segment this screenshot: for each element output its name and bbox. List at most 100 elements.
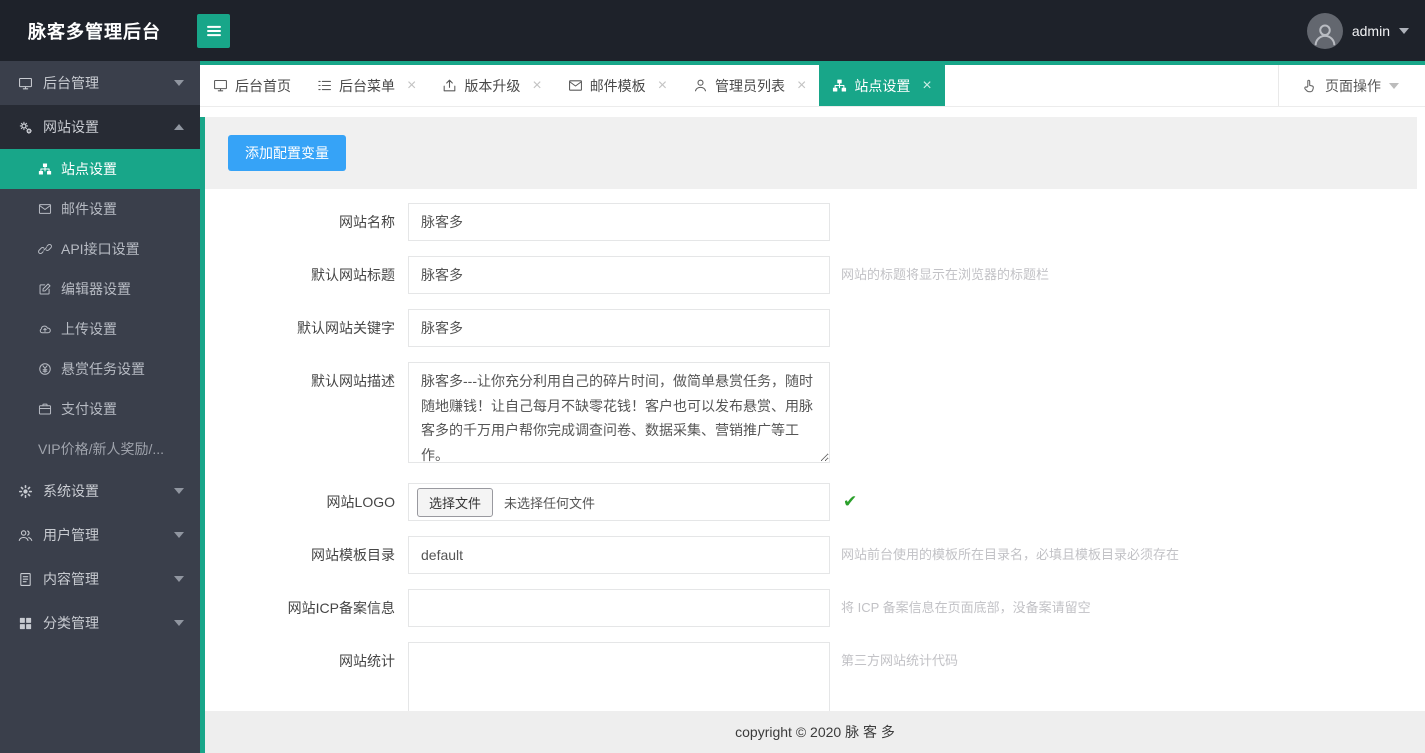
sidebar-item-payment-settings[interactable]: 支付设置 — [0, 389, 200, 429]
mail-icon — [568, 78, 583, 93]
sidebar-item-upload-settings[interactable]: 上传设置 — [0, 309, 200, 349]
site-name-input[interactable] — [408, 203, 830, 241]
default-title-input[interactable] — [408, 256, 830, 294]
field-label: 默认网站描述 — [311, 373, 395, 389]
form-row-icp: 网站ICP备案信息 将 ICP 备案信息在页面底部，没备案请留空 — [205, 589, 1425, 627]
sidebar-item-api-settings[interactable]: API接口设置 — [0, 229, 200, 269]
add-config-variable-button[interactable]: 添加配置变量 — [228, 135, 346, 171]
form-row-template-dir: 网站模板目录 网站前台使用的模板所在目录名，必填且模板目录必须存在 — [205, 536, 1425, 574]
username: admin — [1351, 22, 1390, 39]
wallet-icon — [38, 402, 52, 416]
sidebar-item-label: 分类管理 — [43, 615, 99, 631]
sidebar-item-label: 后台管理 — [43, 75, 99, 91]
logo-file-input[interactable]: 选择文件 未选择任何文件 — [408, 483, 830, 521]
file-status-text: 未选择任何文件 — [504, 495, 596, 511]
field-label: 默认网站标题 — [311, 267, 395, 283]
default-keywords-input[interactable] — [408, 309, 830, 347]
gears-icon — [18, 120, 33, 135]
chevron-down-icon — [174, 620, 184, 626]
tab-site-settings[interactable]: 站点设置 × — [819, 65, 945, 106]
user-icon — [693, 78, 708, 93]
sidebar-item-label: 悬赏任务设置 — [61, 361, 145, 377]
template-dir-input[interactable] — [408, 536, 830, 574]
sidebar-item-label: 用户管理 — [43, 527, 99, 543]
monitor-icon — [18, 76, 33, 91]
avatar — [1306, 12, 1343, 49]
choose-file-button[interactable]: 选择文件 — [417, 487, 494, 517]
mail-icon — [38, 202, 52, 216]
tab-version-upgrade[interactable]: 版本升级 × — [429, 65, 554, 106]
sidebar-item-backend-admin[interactable]: 后台管理 — [0, 61, 200, 105]
gear-icon — [18, 484, 33, 499]
tab-admin-list[interactable]: 管理员列表 × — [680, 65, 819, 106]
sidebar-item-editor-settings[interactable]: 编辑器设置 — [0, 269, 200, 309]
chevron-down-icon — [1399, 27, 1409, 34]
close-icon[interactable]: × — [922, 77, 931, 94]
field-label: 网站名称 — [339, 214, 395, 230]
sidebar-item-label: 系统设置 — [43, 483, 99, 499]
page-actions-dropdown[interactable]: 页面操作 — [1278, 65, 1425, 106]
tab-backend-menu[interactable]: 后台菜单 × — [304, 65, 429, 106]
sidebar-item-reward-task-settings[interactable]: 悬赏任务设置 — [0, 349, 200, 389]
monitor-icon — [213, 78, 228, 93]
sidebar-item-category-management[interactable]: 分类管理 — [0, 601, 200, 645]
hand-pointer-icon — [1301, 78, 1317, 94]
icp-input[interactable] — [408, 589, 830, 627]
close-icon[interactable]: × — [532, 77, 541, 94]
sidebar-item-label: 内容管理 — [43, 571, 99, 587]
footer: copyright © 2020 脉 客 多 — [205, 711, 1425, 753]
tab-backend-home[interactable]: 后台首页 — [200, 65, 304, 106]
sidebar-item-label: API接口设置 — [61, 241, 140, 257]
chevron-down-icon — [174, 576, 184, 582]
close-icon[interactable]: × — [407, 77, 416, 94]
list-icon — [317, 78, 332, 93]
sidebar-item-user-management[interactable]: 用户管理 — [0, 513, 200, 557]
edit-icon — [38, 282, 52, 296]
chevron-down-icon — [1389, 82, 1399, 89]
close-icon[interactable]: × — [797, 77, 806, 94]
sidebar-item-label: 编辑器设置 — [61, 281, 131, 297]
tab-label: 后台菜单 — [339, 77, 395, 94]
field-hint: 将 ICP 备案信息在页面底部，没备案请留空 — [841, 600, 1091, 615]
sidebar-item-label: 网站设置 — [43, 119, 99, 135]
sidebar-item-website-settings[interactable]: 网站设置 — [0, 105, 200, 149]
form-row-default-title: 默认网站标题 网站的标题将显示在浏览器的标题栏 — [205, 256, 1425, 294]
user-menu[interactable]: admin — [1306, 12, 1409, 49]
upload-icon — [442, 78, 457, 93]
tab-bar: 后台首页 后台菜单 × 版本升级 × 邮件模板 × 管理员列表 × 站点设置 ×… — [200, 61, 1425, 107]
sidebar-toggle-button[interactable] — [197, 13, 230, 48]
yen-circle-icon — [38, 362, 52, 376]
default-description-textarea[interactable]: 脉客多---让你充分利用自己的碎片时间，做简单悬赏任务，随时随地赚钱！让自己每月… — [408, 362, 830, 463]
users-icon — [18, 528, 33, 543]
sitemap-icon — [38, 162, 52, 176]
field-hint: 网站前台使用的模板所在目录名，必填且模板目录必须存在 — [841, 547, 1180, 562]
tab-label: 管理员列表 — [715, 77, 786, 94]
document-icon — [18, 572, 33, 587]
sidebar: 后台管理 网站设置 站点设置 邮件设置 API接口设置 编辑器设置 上传设置 悬… — [0, 61, 200, 753]
field-label: 网站LOGO — [326, 494, 395, 510]
sidebar-item-label: VIP价格/新人奖励/... — [38, 441, 165, 457]
tab-label: 站点设置 — [854, 77, 911, 94]
chevron-down-icon — [174, 80, 184, 86]
field-hint: 第三方网站统计代码 — [841, 653, 959, 668]
tab-mail-template[interactable]: 邮件模板 × — [555, 65, 680, 106]
field-label: 网站统计 — [339, 653, 395, 669]
sidebar-submenu: 站点设置 邮件设置 API接口设置 编辑器设置 上传设置 悬赏任务设置 支付设置… — [0, 149, 200, 469]
chevron-up-icon — [174, 124, 184, 130]
sidebar-item-vip-price[interactable]: VIP价格/新人奖励/... — [0, 429, 200, 469]
chevron-down-icon — [174, 488, 184, 494]
cloud-upload-icon — [38, 322, 52, 336]
sidebar-item-content-management[interactable]: 内容管理 — [0, 557, 200, 601]
close-icon[interactable]: × — [658, 77, 667, 94]
check-icon: ✔ — [843, 492, 858, 511]
form-row-site-logo: 网站LOGO 选择文件 未选择任何文件 ✔ — [205, 483, 1425, 521]
page-actions-label: 页面操作 — [1325, 77, 1381, 94]
sidebar-item-label: 支付设置 — [61, 401, 117, 417]
chevron-down-icon — [174, 532, 184, 538]
app-title: 脉客多管理后台 — [28, 21, 161, 42]
sidebar-item-site-settings[interactable]: 站点设置 — [0, 149, 200, 189]
sidebar-item-mail-settings[interactable]: 邮件设置 — [0, 189, 200, 229]
grid-icon — [18, 616, 33, 631]
sidebar-item-system-settings[interactable]: 系统设置 — [0, 469, 200, 513]
field-hint: 网站的标题将显示在浏览器的标题栏 — [841, 267, 1050, 282]
